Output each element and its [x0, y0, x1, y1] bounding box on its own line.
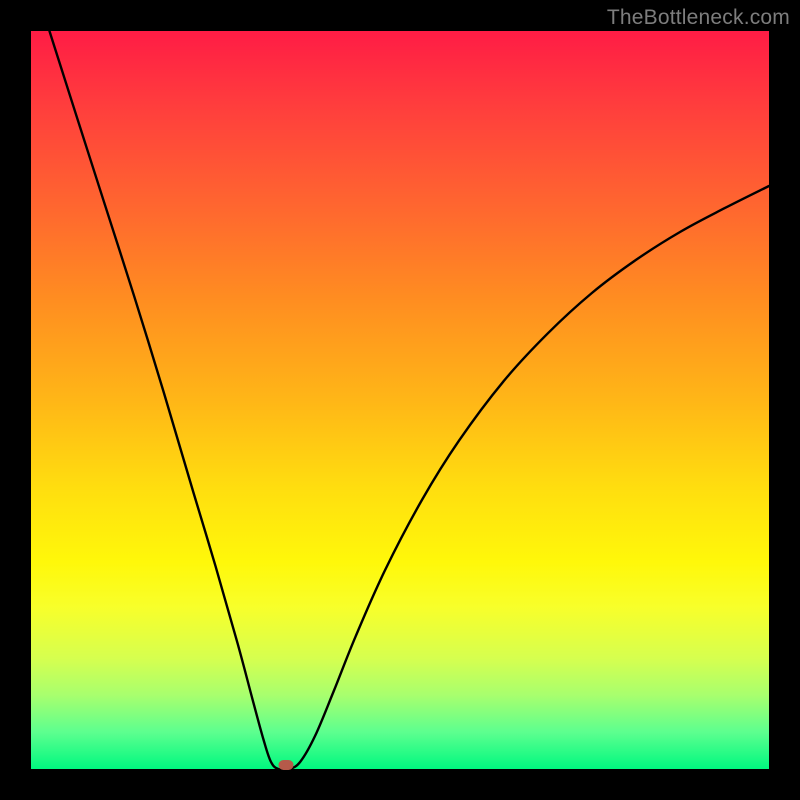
optimal-marker — [278, 760, 293, 770]
plot-area — [31, 31, 769, 769]
chart-frame: TheBottleneck.com — [0, 0, 800, 800]
bottleneck-curve — [31, 31, 769, 769]
watermark-text: TheBottleneck.com — [607, 6, 790, 30]
